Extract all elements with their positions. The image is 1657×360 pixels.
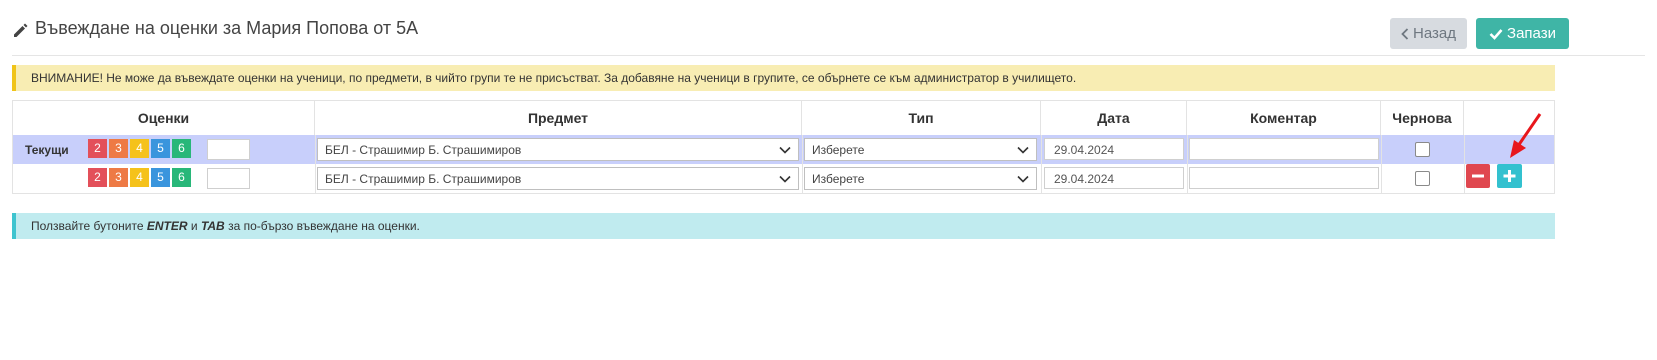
back-label: Назад [1413, 25, 1456, 42]
subject-select[interactable]: БЕЛ - Страшимир Б. Страшимиров [317, 138, 799, 161]
page-title: Въвеждане на оценки за Мария Попова от 5… [35, 18, 419, 38]
subject-select[interactable]: БЕЛ - Страшимир Б. Страшимиров [317, 167, 799, 190]
date-input[interactable]: 29.04.2024 [1044, 167, 1184, 189]
column-divider [802, 135, 803, 193]
table-row-new: 2 3 4 5 6 БЕЛ - Страшимир Б. Страшимиров… [13, 164, 1554, 193]
info-suffix: за по-бързо въвеждане на оценки. [228, 219, 420, 233]
info-conj: и [190, 219, 198, 233]
grade-input[interactable] [207, 168, 250, 189]
grade-5-button[interactable]: 5 [151, 168, 170, 187]
back-button[interactable]: Назад [1390, 18, 1467, 49]
column-divider [1187, 135, 1188, 193]
warning-alert: ВНИМАНИЕ! Не може да въвеждате оценки на… [12, 65, 1555, 91]
type-value: Изберете [812, 172, 865, 186]
info-key-tab: TAB [200, 219, 225, 233]
column-header-comment: Коментар [1187, 101, 1381, 135]
draft-checkbox[interactable] [1415, 142, 1430, 157]
column-divider [1464, 135, 1465, 193]
grades-table: Оценки Предмет Тип Дата Коментар Чернова… [12, 100, 1555, 194]
chevron-down-icon [779, 175, 791, 183]
type-select[interactable]: Изберете [804, 167, 1037, 190]
chevron-down-icon [779, 146, 791, 154]
comment-input[interactable] [1189, 167, 1379, 189]
column-divider [1381, 135, 1382, 193]
draft-checkbox[interactable] [1415, 171, 1430, 186]
title-wrap: Въвеждане на оценки за Мария Попова от 5… [12, 18, 418, 39]
column-header-grades: Оценки [13, 101, 315, 135]
date-input[interactable]: 29.04.2024 [1044, 138, 1184, 160]
chevron-down-icon [1017, 146, 1029, 154]
info-key-enter: ENTER [146, 219, 188, 233]
grade-6-button[interactable]: 6 [172, 139, 191, 158]
grade-3-button[interactable]: 3 [109, 139, 128, 158]
subject-value: БЕЛ - Страшимир Б. Страшимиров [325, 143, 522, 157]
column-header-type: Тип [802, 101, 1041, 135]
grade-5-button[interactable]: 5 [151, 139, 170, 158]
chevron-down-icon [1017, 175, 1029, 183]
grade-2-button[interactable]: 2 [88, 139, 107, 158]
current-label: Текущи [25, 143, 69, 157]
column-divider [315, 135, 316, 193]
comment-input[interactable] [1189, 138, 1379, 160]
table-row-current: Текущи 2 3 4 5 6 БЕЛ - Страшимир Б. Стра… [13, 135, 1554, 164]
remove-row-button[interactable] [1466, 164, 1490, 188]
pencil-icon [14, 23, 28, 37]
grade-4-button[interactable]: 4 [130, 168, 149, 187]
grade-2-button[interactable]: 2 [88, 168, 107, 187]
grade-buttons: 2 3 4 5 6 [88, 168, 191, 187]
column-header-draft: Чернова [1381, 101, 1464, 135]
save-label: Запази [1507, 25, 1556, 42]
minus-icon [1472, 174, 1484, 178]
page-header: Въвеждане на оценки за Мария Попова от 5… [12, 0, 1645, 56]
grade-6-button[interactable]: 6 [172, 168, 191, 187]
column-divider [1041, 135, 1042, 193]
info-alert: Ползвайте бутоните ENTER и TAB за по-бър… [12, 213, 1555, 239]
type-select[interactable]: Изберете [804, 138, 1037, 161]
grade-4-button[interactable]: 4 [130, 139, 149, 158]
red-arrow-annotation-icon [1510, 113, 1542, 158]
grade-input[interactable] [207, 139, 250, 160]
plus-icon [1503, 170, 1516, 182]
column-header-subject: Предмет [315, 101, 802, 135]
grade-3-button[interactable]: 3 [109, 168, 128, 187]
subject-value: БЕЛ - Страшимир Б. Страшимиров [325, 172, 522, 186]
type-value: Изберете [812, 143, 865, 157]
column-header-date: Дата [1041, 101, 1187, 135]
add-row-button[interactable] [1497, 164, 1522, 188]
chevron-left-icon [1401, 27, 1409, 40]
grade-buttons: 2 3 4 5 6 [88, 139, 191, 158]
check-icon [1489, 28, 1503, 40]
info-prefix: Ползвайте бутоните [31, 219, 144, 233]
save-button[interactable]: Запази [1476, 18, 1569, 49]
